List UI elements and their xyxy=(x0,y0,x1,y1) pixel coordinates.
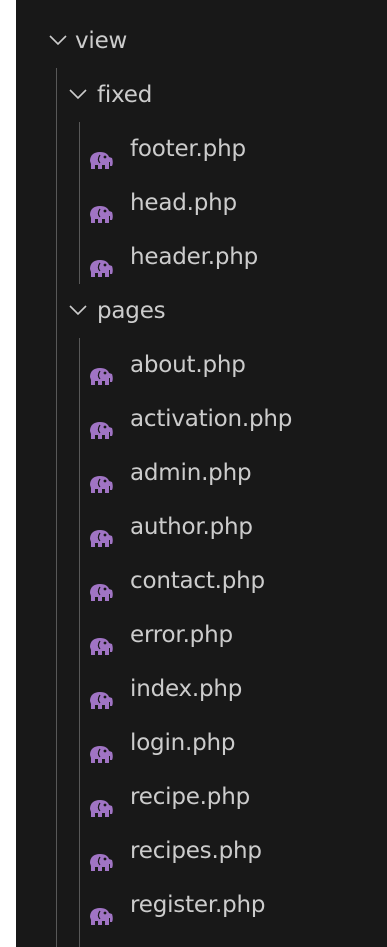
php-elephant-icon xyxy=(87,677,115,709)
php-elephant-icon xyxy=(87,623,115,655)
file-row-error[interactable]: error.php xyxy=(16,608,387,662)
file-label: register.php xyxy=(130,892,266,918)
php-elephant-icon xyxy=(87,785,115,817)
chevron-down-icon[interactable] xyxy=(69,284,91,338)
php-elephant-icon xyxy=(87,407,115,439)
file-label: footer.php xyxy=(130,136,246,162)
php-elephant-icon xyxy=(87,353,115,385)
folder-row-view[interactable]: view xyxy=(16,14,387,68)
file-explorer-panel: view fixed footer.php head.php header.php … xyxy=(16,0,387,947)
php-elephant-icon xyxy=(87,515,115,547)
file-row-about[interactable]: about.php xyxy=(16,338,387,392)
file-row-contact[interactable]: contact.php xyxy=(16,554,387,608)
php-elephant-icon xyxy=(87,731,115,763)
chevron-down-icon[interactable] xyxy=(49,14,71,68)
php-elephant-icon xyxy=(87,569,115,601)
folder-row-fixed[interactable]: fixed xyxy=(16,68,387,122)
file-row-login[interactable]: login.php xyxy=(16,716,387,770)
file-row-footer[interactable]: footer.php xyxy=(16,122,387,176)
php-elephant-icon xyxy=(87,137,115,169)
file-label: author.php xyxy=(130,514,253,540)
file-label: login.php xyxy=(130,730,236,756)
file-label: recipe.php xyxy=(130,784,250,810)
file-row-recipes[interactable]: recipes.php xyxy=(16,824,387,878)
file-label: about.php xyxy=(130,352,246,378)
php-elephant-icon xyxy=(87,839,115,871)
folder-row-pages[interactable]: pages xyxy=(16,284,387,338)
file-label: recipes.php xyxy=(130,838,262,864)
file-label: contact.php xyxy=(130,568,265,594)
file-row-register[interactable]: register.php xyxy=(16,878,387,932)
php-elephant-icon xyxy=(87,893,115,925)
file-row-author[interactable]: author.php xyxy=(16,500,387,554)
php-elephant-icon xyxy=(87,245,115,277)
chevron-down-icon[interactable] xyxy=(69,68,91,122)
file-row-activation[interactable]: activation.php xyxy=(16,392,387,446)
file-label: header.php xyxy=(130,244,259,270)
php-elephant-icon xyxy=(87,461,115,493)
file-row-recipe[interactable]: recipe.php xyxy=(16,770,387,824)
folder-label: fixed xyxy=(97,82,153,108)
file-label: head.php xyxy=(130,190,237,216)
folder-label: pages xyxy=(97,298,166,324)
file-row-admin[interactable]: admin.php xyxy=(16,446,387,500)
file-label: activation.php xyxy=(130,406,293,432)
file-row-head[interactable]: head.php xyxy=(16,176,387,230)
file-row-header[interactable]: header.php xyxy=(16,230,387,284)
file-label: error.php xyxy=(130,622,233,648)
file-label: index.php xyxy=(130,676,243,702)
php-elephant-icon xyxy=(87,191,115,223)
file-row-index[interactable]: index.php xyxy=(16,662,387,716)
file-label: admin.php xyxy=(130,460,252,486)
folder-label: view xyxy=(75,28,128,54)
